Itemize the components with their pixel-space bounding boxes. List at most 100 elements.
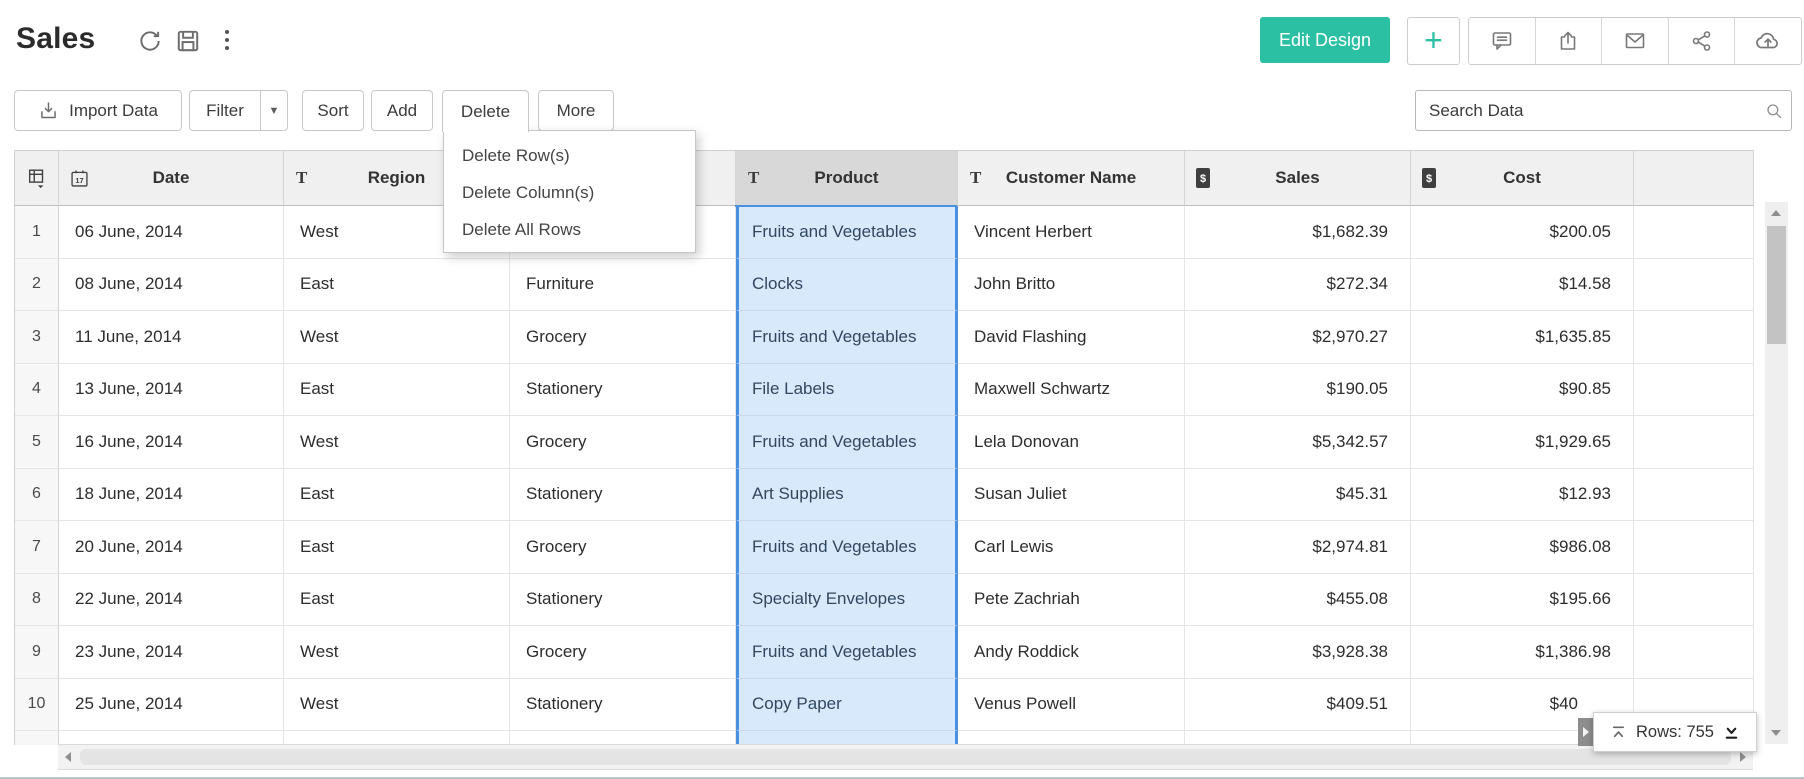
scroll-up-arrow-icon[interactable]	[1771, 210, 1781, 216]
cell-customer[interactable]: Lela Donovan	[958, 416, 1185, 469]
delete-button[interactable]: Delete	[442, 90, 529, 132]
search-input[interactable]	[1416, 101, 1757, 121]
select-all-header[interactable]	[15, 151, 59, 206]
cell-cost[interactable]: $90.85	[1411, 364, 1634, 417]
menu-item-delete-all-rows[interactable]: Delete All Rows	[444, 211, 695, 248]
filter-button[interactable]: Filter ▼	[189, 90, 288, 131]
cell-region[interactable]: East	[284, 469, 510, 522]
cell-sales[interactable]: $1,682.39	[1185, 206, 1411, 259]
row-number[interactable]: 8	[15, 574, 59, 627]
cell-date[interactable]: 18 June, 2014	[59, 469, 284, 522]
row-number[interactable]: 5	[15, 416, 59, 469]
cell-region[interactable]: West	[284, 626, 510, 679]
row-number[interactable]: 2	[15, 259, 59, 312]
cell-date[interactable]: 20 June, 2014	[59, 521, 284, 574]
cell-region[interactable]: East	[284, 259, 510, 312]
cell-sales[interactable]: $272.34	[1185, 259, 1411, 312]
more-options-kebab-icon[interactable]	[218, 26, 236, 54]
row-number[interactable]: 3	[15, 311, 59, 364]
cell-product[interactable]: Fruits and Vegetables	[736, 206, 958, 259]
vertical-scrollbar-thumb[interactable]	[1767, 226, 1786, 344]
cell-customer[interactable]: Venus Powell	[958, 679, 1185, 732]
add-new-button[interactable]: +	[1407, 17, 1460, 65]
cell-sales[interactable]: $190.05	[1185, 364, 1411, 417]
column-header-sales[interactable]: $ Sales	[1185, 151, 1411, 206]
go-to-bottom-icon[interactable]	[1723, 724, 1740, 741]
column-header-empty[interactable]	[1634, 151, 1754, 206]
cell-empty[interactable]	[1634, 626, 1754, 679]
cell-category[interactable]: Stationery	[510, 574, 736, 627]
cell-product[interactable]: File Labels	[736, 364, 958, 417]
sort-button[interactable]: Sort	[302, 90, 364, 131]
filter-dropdown-caret-icon[interactable]: ▼	[260, 91, 287, 130]
cell-date[interactable]: 06 June, 2014	[59, 206, 284, 259]
go-to-top-icon[interactable]	[1610, 724, 1627, 741]
cell-date[interactable]: 08 June, 2014	[59, 259, 284, 312]
cell-category[interactable]: Stationery	[510, 679, 736, 732]
row-number[interactable]: 4	[15, 364, 59, 417]
cell-product[interactable]: Copy Paper	[736, 679, 958, 732]
cell-region[interactable]: East	[284, 521, 510, 574]
column-header-product[interactable]: T Product	[736, 151, 958, 206]
cell-product[interactable]: Fruits and Vegetables	[736, 311, 958, 364]
cell-empty[interactable]	[1634, 521, 1754, 574]
export-icon[interactable]	[1535, 18, 1602, 64]
cell-date[interactable]: 11 June, 2014	[59, 311, 284, 364]
cell-category[interactable]: Stationery	[510, 469, 736, 522]
column-header-date[interactable]: 17 Date	[59, 151, 284, 206]
cell-cost[interactable]: $1,386.98	[1411, 626, 1634, 679]
cell-sales[interactable]: $409.51	[1185, 679, 1411, 732]
refresh-icon[interactable]	[137, 28, 163, 54]
email-icon[interactable]	[1601, 18, 1668, 64]
menu-item-delete-rows[interactable]: Delete Row(s)	[444, 137, 695, 174]
row-number[interactable]: 9	[15, 626, 59, 679]
cell-customer[interactable]: Andy Roddick	[958, 626, 1185, 679]
scroll-right-arrow-icon[interactable]	[1740, 752, 1746, 762]
row-number[interactable]: 6	[15, 469, 59, 522]
comment-icon[interactable]	[1469, 18, 1535, 64]
cell-customer[interactable]: Maxwell Schwartz	[958, 364, 1185, 417]
scroll-left-arrow-icon[interactable]	[65, 752, 71, 762]
cell-cost[interactable]: $195.66	[1411, 574, 1634, 627]
cell-empty[interactable]	[1634, 469, 1754, 522]
cell-customer[interactable]: John Britto	[958, 259, 1185, 312]
import-data-button[interactable]: Import Data	[14, 90, 182, 131]
cloud-upload-icon[interactable]	[1734, 18, 1801, 64]
cell-empty[interactable]	[1634, 416, 1754, 469]
cell-empty[interactable]	[1634, 206, 1754, 259]
row-number[interactable]: 1	[15, 206, 59, 259]
cell-region[interactable]: East	[284, 364, 510, 417]
edit-design-button[interactable]: Edit Design	[1260, 17, 1390, 63]
cell-cost[interactable]: $986.08	[1411, 521, 1634, 574]
cell-cost[interactable]: $12.93	[1411, 469, 1634, 522]
cell-sales[interactable]: $2,974.81	[1185, 521, 1411, 574]
rows-badge-collapse-handle[interactable]	[1578, 718, 1593, 746]
column-header-customer-name[interactable]: T Customer Name	[958, 151, 1185, 206]
cell-product[interactable]: Specialty Envelopes	[736, 574, 958, 627]
cell-product[interactable]: Clocks	[736, 259, 958, 312]
cell-region[interactable]: West	[284, 311, 510, 364]
vertical-scrollbar[interactable]	[1765, 202, 1788, 744]
menu-item-delete-columns[interactable]: Delete Column(s)	[444, 174, 695, 211]
cell-cost[interactable]: $14.58	[1411, 259, 1634, 312]
column-header-cost[interactable]: $ Cost	[1411, 151, 1634, 206]
cell-region[interactable]: East	[284, 574, 510, 627]
cell-empty[interactable]	[1634, 259, 1754, 312]
cell-product[interactable]: Fruits and Vegetables	[736, 626, 958, 679]
cell-customer[interactable]: David Flashing	[958, 311, 1185, 364]
share-icon[interactable]	[1668, 18, 1735, 64]
horizontal-scrollbar[interactable]	[58, 744, 1753, 770]
cell-product[interactable]: Fruits and Vegetables	[736, 521, 958, 574]
cell-category[interactable]: Furniture	[510, 259, 736, 312]
cell-region[interactable]: West	[284, 679, 510, 732]
cell-cost[interactable]: $200.05	[1411, 206, 1634, 259]
horizontal-scrollbar-thumb[interactable]	[80, 749, 1731, 765]
cell-product[interactable]: Art Supplies	[736, 469, 958, 522]
search-icon[interactable]	[1757, 102, 1791, 120]
cell-date[interactable]: 13 June, 2014	[59, 364, 284, 417]
cell-category[interactable]: Grocery	[510, 311, 736, 364]
cell-product[interactable]: Fruits and Vegetables	[736, 416, 958, 469]
cell-customer[interactable]: Pete Zachriah	[958, 574, 1185, 627]
save-icon[interactable]	[175, 28, 201, 54]
add-button[interactable]: Add	[371, 90, 433, 131]
